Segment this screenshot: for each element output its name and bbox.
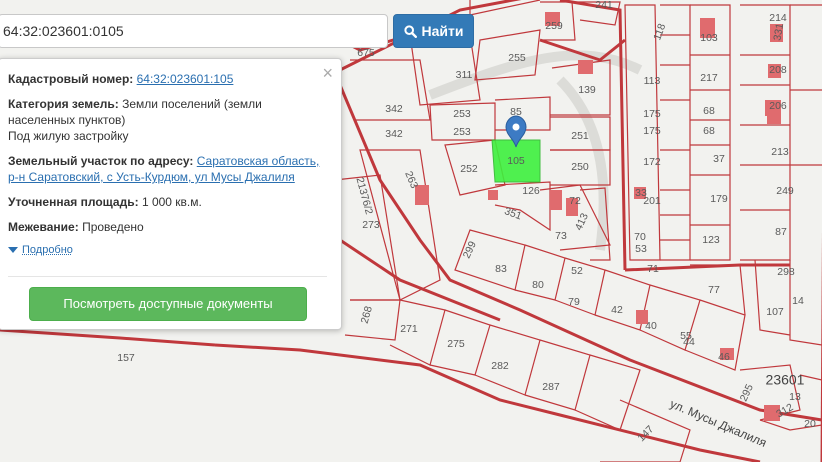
plot-number-label: 55 <box>680 330 692 342</box>
plot-number-label: 675 <box>357 47 375 59</box>
plot-number-label: 40 <box>645 320 657 332</box>
cadastral-number-label: Кадастровый номер: <box>8 72 134 86</box>
land-usage-value: Под жилую застройку <box>8 129 129 143</box>
plot-number-label: 342 <box>385 128 403 140</box>
plot-number-label: 46 <box>718 351 730 363</box>
address-link-2[interactable]: р-н Саратовский, с Усть-Курдюм, ул Мусы … <box>8 170 295 184</box>
plot-number-label: 20 <box>804 418 816 430</box>
plot-number-label: 241 <box>595 0 613 11</box>
plot-number-label: 273 <box>362 219 380 231</box>
land-category-label: Категория земель: <box>8 97 119 111</box>
plot-number-label: 103 <box>700 32 718 44</box>
plot-number-label: 217 <box>700 72 718 84</box>
search-icon <box>403 24 417 38</box>
plot-number-label: 157 <box>117 352 135 364</box>
view-documents-button[interactable]: Посмотреть доступные документы <box>29 287 307 321</box>
plot-number-label: 251 <box>571 130 589 142</box>
plot-number-label: 213 <box>771 146 789 158</box>
plot-number-label: 271 <box>400 323 418 335</box>
plot-number-label: 70 <box>634 231 646 243</box>
plot-number-label: 13 <box>789 391 801 403</box>
caret-down-icon <box>8 247 18 253</box>
search-button-label: Найти <box>421 23 464 39</box>
plot-number-label: 259 <box>545 20 563 32</box>
quarter-label: 23601 <box>766 372 805 388</box>
plot-number-label: 107 <box>766 306 784 318</box>
plot-number-label: 253 <box>453 108 471 120</box>
plot-number-label: 105 <box>507 155 525 167</box>
plot-number-label: 72 <box>569 195 581 207</box>
plot-number-label: 87 <box>775 226 787 238</box>
plot-number-label: 126 <box>522 185 540 197</box>
plot-number-label: 139 <box>578 84 596 96</box>
plot-number-label: 282 <box>491 360 509 372</box>
plot-number-label: 252 <box>460 163 478 175</box>
plot-number-label: 255 <box>508 52 526 64</box>
plot-number-label: 206 <box>769 100 787 112</box>
land-category-value-1: Земли поселений (земли <box>122 97 262 111</box>
area-row: Уточненная площадь: 1 000 кв.м. <box>8 194 333 210</box>
survey-label: Межевание: <box>8 220 79 234</box>
address-label: Земельный участок по адресу: <box>8 154 194 168</box>
plot-number-label: 73 <box>555 230 567 242</box>
plot-number-label: 287 <box>542 381 560 393</box>
parcel-info-popup: × Кадастровый номер: 64:32:023601:105 Ка… <box>0 58 342 330</box>
close-icon[interactable]: × <box>322 64 333 82</box>
plot-number-label: 201 <box>643 195 661 207</box>
plot-number-label: 175 <box>643 125 661 137</box>
area-value: 1 000 кв.м. <box>141 195 202 209</box>
land-category-value-2: населенных пунктов) <box>8 113 126 127</box>
plot-number-label: 172 <box>643 156 661 168</box>
area-label: Уточненная площадь: <box>8 195 139 209</box>
plot-number-label: 275 <box>447 338 465 350</box>
address-row: Земельный участок по адресу: Саратовская… <box>8 153 333 185</box>
plot-number-label: 14 <box>792 295 804 307</box>
plot-number-label: 311 <box>456 69 473 81</box>
address-link-1[interactable]: Саратовская область, <box>197 154 320 168</box>
plot-number-label: 52 <box>571 265 583 277</box>
plot-number-label: 208 <box>769 64 787 76</box>
survey-row: Межевание: Проведено <box>8 219 333 235</box>
plot-number-label: 83 <box>495 263 507 275</box>
plot-number-label: 37 <box>713 153 725 165</box>
plot-number-label: 179 <box>710 193 728 205</box>
plot-number-label: 342 <box>385 103 403 115</box>
plot-number-label: 250 <box>571 161 589 173</box>
cadastral-search-input[interactable] <box>0 14 388 48</box>
plot-number-label: 249 <box>776 185 794 197</box>
plot-number-label: 71 <box>647 263 659 275</box>
plot-number-label: 214 <box>769 12 787 24</box>
cadastral-number-link[interactable]: 64:32:023601:105 <box>137 72 234 86</box>
plot-number-label: 253 <box>453 126 471 138</box>
plot-number-label: 53 <box>635 243 647 255</box>
land-category-row: Категория земель: Земли поселений (земли… <box>8 96 333 144</box>
plot-number-label: 42 <box>611 304 623 316</box>
cadastral-number-row: Кадастровый номер: 64:32:023601:105 <box>8 71 333 87</box>
plot-number-label: 79 <box>568 296 580 308</box>
plot-number-label: 68 <box>703 125 715 137</box>
popup-divider <box>8 276 327 277</box>
survey-value: Проведено <box>82 220 144 234</box>
plot-number-label: 113 <box>644 75 661 87</box>
plot-number-label: 175 <box>643 108 661 120</box>
details-toggle[interactable]: Подробно <box>8 242 333 258</box>
search-button[interactable]: Найти <box>393 14 474 48</box>
plot-number-label: 298 <box>777 266 795 278</box>
plot-number-label: 80 <box>532 279 544 291</box>
plot-number-label: 123 <box>702 234 720 246</box>
details-link[interactable]: Подробно <box>22 242 73 258</box>
plot-number-label: 68 <box>703 105 715 117</box>
plot-number-label: 77 <box>708 284 720 296</box>
